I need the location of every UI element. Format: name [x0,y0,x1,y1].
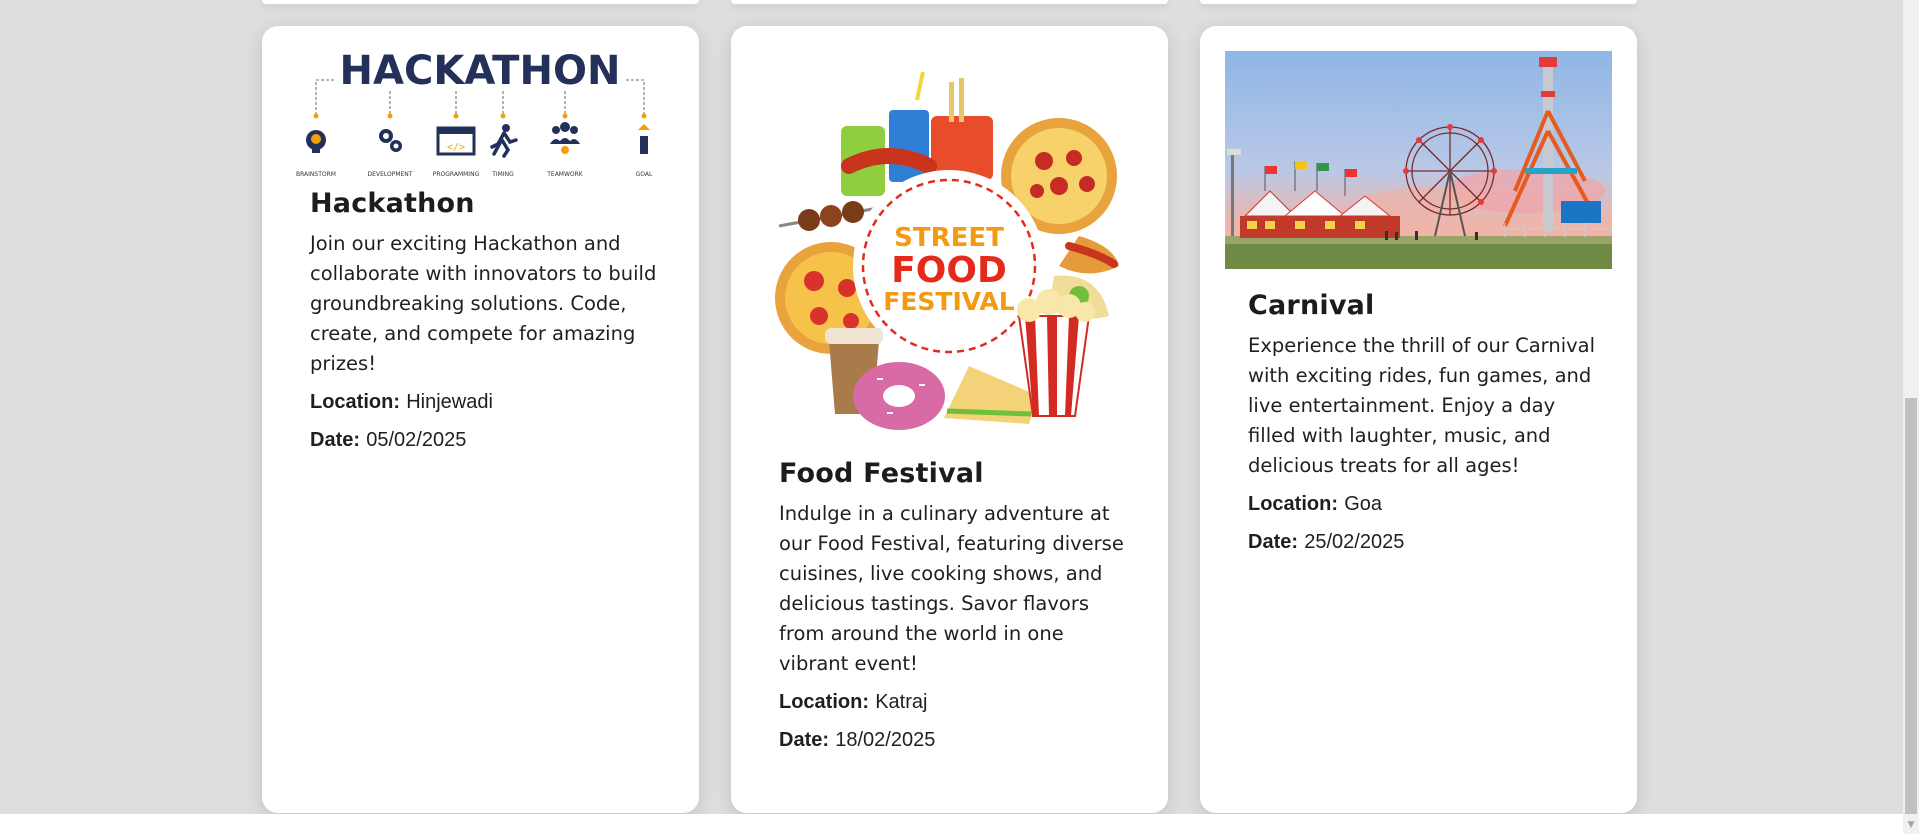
event-title: Hackathon [310,188,475,219]
event-date: Date: 18/02/2025 [779,725,1128,755]
food-line1: STREET [894,223,1004,253]
event-title: Carnival [1248,290,1375,321]
event-location: Location: Hinjewadi [310,387,659,417]
location-value: Katraj [875,691,928,713]
development-icon [379,129,402,152]
event-description: Experience the thrill of our Carnival wi… [1248,334,1596,477]
food-festival-image: STREET FOOD FESTIVAL [769,66,1129,434]
date-value: 05/02/2025 [366,429,467,451]
step-label: TEAMWORK [546,171,584,178]
hackathon-infographic-icon: HACKATHON </> BRAINSTORM DEVELOPMENT PRO… [296,48,653,178]
timing-icon [490,124,518,158]
scrollbar-thumb[interactable] [1905,398,1917,814]
event-title: Food Festival [779,458,984,489]
location-value: Hinjewadi [406,391,493,413]
svg-text:</>: </> [447,142,465,153]
event-description: Indulge in a culinary adventure at our F… [779,502,1124,675]
event-location: Location: Goa [1248,489,1597,519]
location-label: Location: [779,691,869,713]
carnival-photo-icon [1225,51,1612,269]
food-line2: FOOD [891,250,1007,291]
previous-row-card-edge [731,0,1168,4]
programming-icon: </> [436,126,476,156]
goal-icon [638,124,650,154]
location-value: Goa [1344,493,1383,515]
step-label: BRAINSTORM [296,171,336,178]
location-label: Location: [310,391,400,413]
event-card-hackathon[interactable]: HACKATHON </> BRAINSTORM DEVELOPMENT PRO… [262,26,699,813]
food-line3: FESTIVAL [883,287,1015,316]
teamwork-icon [550,122,580,154]
date-value: 18/02/2025 [835,729,936,751]
date-label: Date: [1248,531,1299,553]
location-label: Location: [1248,493,1338,515]
previous-row-card-edge [1200,0,1637,4]
carnival-image [1225,51,1612,269]
event-location: Location: Katraj [779,687,1128,717]
step-label: PROGRAMMING [433,171,480,178]
step-label: DEVELOPMENT [368,171,413,178]
step-label: GOAL [636,171,653,178]
event-card-carnival[interactable]: Carnival Experience the thrill of our Ca… [1200,26,1637,813]
scroll-down-arrow-icon[interactable]: ▼ [1905,818,1917,832]
previous-row-card-edge [262,0,699,4]
step-label: TIMING [491,171,514,178]
page-footer-strip [0,814,1903,834]
event-date: Date: 05/02/2025 [310,425,659,455]
date-value: 25/02/2025 [1304,531,1405,553]
hackathon-image: HACKATHON </> BRAINSTORM DEVELOPMENT PRO… [294,44,667,189]
event-description: Join our exciting Hackathon and collabor… [310,232,657,375]
hackathon-banner-text: HACKATHON [340,48,621,94]
date-label: Date: [310,429,361,451]
event-date: Date: 25/02/2025 [1248,527,1597,557]
event-card-food-festival[interactable]: STREET FOOD FESTIVAL Food Festival Indul… [731,26,1168,813]
brainstorm-icon [306,130,326,153]
date-label: Date: [779,729,830,751]
street-food-illustration-icon: STREET FOOD FESTIVAL [775,71,1119,430]
